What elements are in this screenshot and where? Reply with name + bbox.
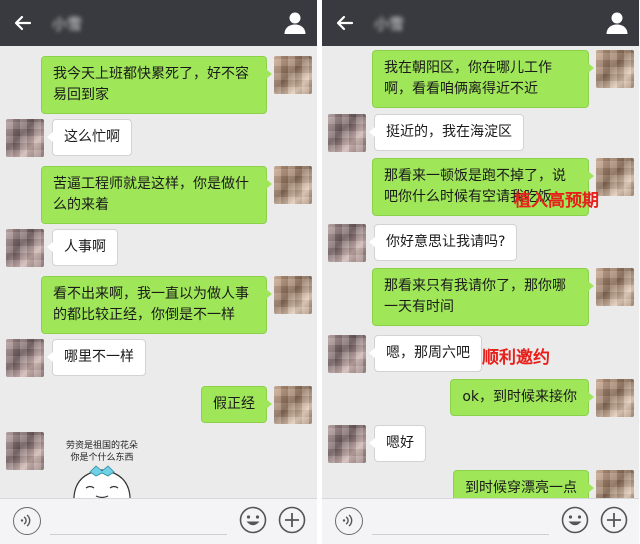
message-list: 我在朝阳区，你在哪儿工作啊，看看咱俩离得近不近 挺近的，我在海淀区 那看来一顿饭… <box>322 46 639 498</box>
avatar[interactable] <box>328 425 366 463</box>
emoji-icon[interactable] <box>239 506 267 534</box>
message-input[interactable] <box>50 534 227 535</box>
avatar[interactable] <box>596 379 634 417</box>
avatar[interactable] <box>596 268 634 306</box>
sent-message[interactable]: 那看来只有我请你了，那你哪一天有时间 <box>372 268 594 326</box>
received-message[interactable]: 嗯好 <box>369 425 426 462</box>
sticker-image[interactable]: 劳资是祖国的花朵 你是个什么东西 <box>52 432 152 504</box>
back-arrow-icon[interactable] <box>8 8 38 38</box>
chat-header: 小雪 <box>0 0 317 46</box>
received-message[interactable]: 人事啊 <box>47 229 118 266</box>
sent-message[interactable]: 假正经 <box>201 386 272 423</box>
avatar[interactable] <box>328 114 366 152</box>
person-icon[interactable] <box>603 9 631 37</box>
chat-screen-left: 小雪 我今天上班都快累死了，好不容易回到家 这么忙啊 苦逼工程师就是这样，你是做… <box>0 0 317 544</box>
message-list: 我今天上班都快累死了，好不容易回到家 这么忙啊 苦逼工程师就是这样，你是做什么的… <box>0 46 317 498</box>
chat-header: 小雪 <box>322 0 639 46</box>
received-message[interactable]: 你好意思让我请吗? <box>368 224 518 261</box>
avatar[interactable] <box>274 386 312 424</box>
sent-message[interactable]: 到时候穿漂亮一点 <box>453 470 594 498</box>
received-message[interactable]: 嗯，那周六吧 <box>369 335 482 372</box>
avatar[interactable] <box>274 56 312 94</box>
avatar[interactable] <box>596 50 634 88</box>
chat-title: 小雪 <box>52 15 83 33</box>
emoji-icon[interactable] <box>561 506 589 534</box>
annotation-successful-invitation: 顺利邀约 <box>482 348 550 368</box>
back-arrow-icon[interactable] <box>330 8 360 38</box>
chat-title: 小雪 <box>374 15 405 33</box>
avatar[interactable] <box>6 119 44 157</box>
sent-message[interactable]: ok，到时候来接你 <box>450 379 594 416</box>
avatar[interactable] <box>328 224 366 262</box>
sticker-face-icon <box>73 465 131 504</box>
annotation-high-expectation: 植入高预期 <box>514 191 599 211</box>
person-icon[interactable] <box>281 9 309 37</box>
avatar[interactable] <box>274 276 312 314</box>
avatar[interactable] <box>6 432 44 470</box>
avatar[interactable] <box>596 470 634 498</box>
plus-icon[interactable] <box>600 506 628 534</box>
chat-screen-right: 小雪 我在朝阳区，你在哪儿工作啊，看看咱俩离得近不近 挺近的，我在海淀区 那看来… <box>322 0 639 544</box>
received-message[interactable]: 挺近的，我在海淀区 <box>369 114 524 151</box>
sent-message[interactable]: 看不出来啊，我一直以为做人事的都比较正经，你倒是不一样 <box>41 276 272 334</box>
voice-icon[interactable] <box>13 507 41 535</box>
avatar[interactable] <box>6 339 44 377</box>
sent-message[interactable]: 苦逼工程师就是这样，你是做什么的来着 <box>41 166 272 224</box>
voice-icon[interactable] <box>335 507 363 535</box>
sent-message[interactable]: 我今天上班都快累死了，好不容易回到家 <box>41 56 272 114</box>
avatar[interactable] <box>596 158 634 196</box>
input-bar <box>0 498 317 544</box>
plus-icon[interactable] <box>278 506 306 534</box>
avatar[interactable] <box>6 229 44 267</box>
input-bar <box>322 498 639 544</box>
sent-message[interactable]: 我在朝阳区，你在哪儿工作啊，看看咱俩离得近不近 <box>372 50 594 108</box>
avatar[interactable] <box>328 335 366 373</box>
avatar[interactable] <box>274 166 312 204</box>
received-message[interactable]: 这么忙啊 <box>47 119 132 156</box>
received-message[interactable]: 哪里不一样 <box>47 339 146 376</box>
message-input[interactable] <box>372 534 549 535</box>
